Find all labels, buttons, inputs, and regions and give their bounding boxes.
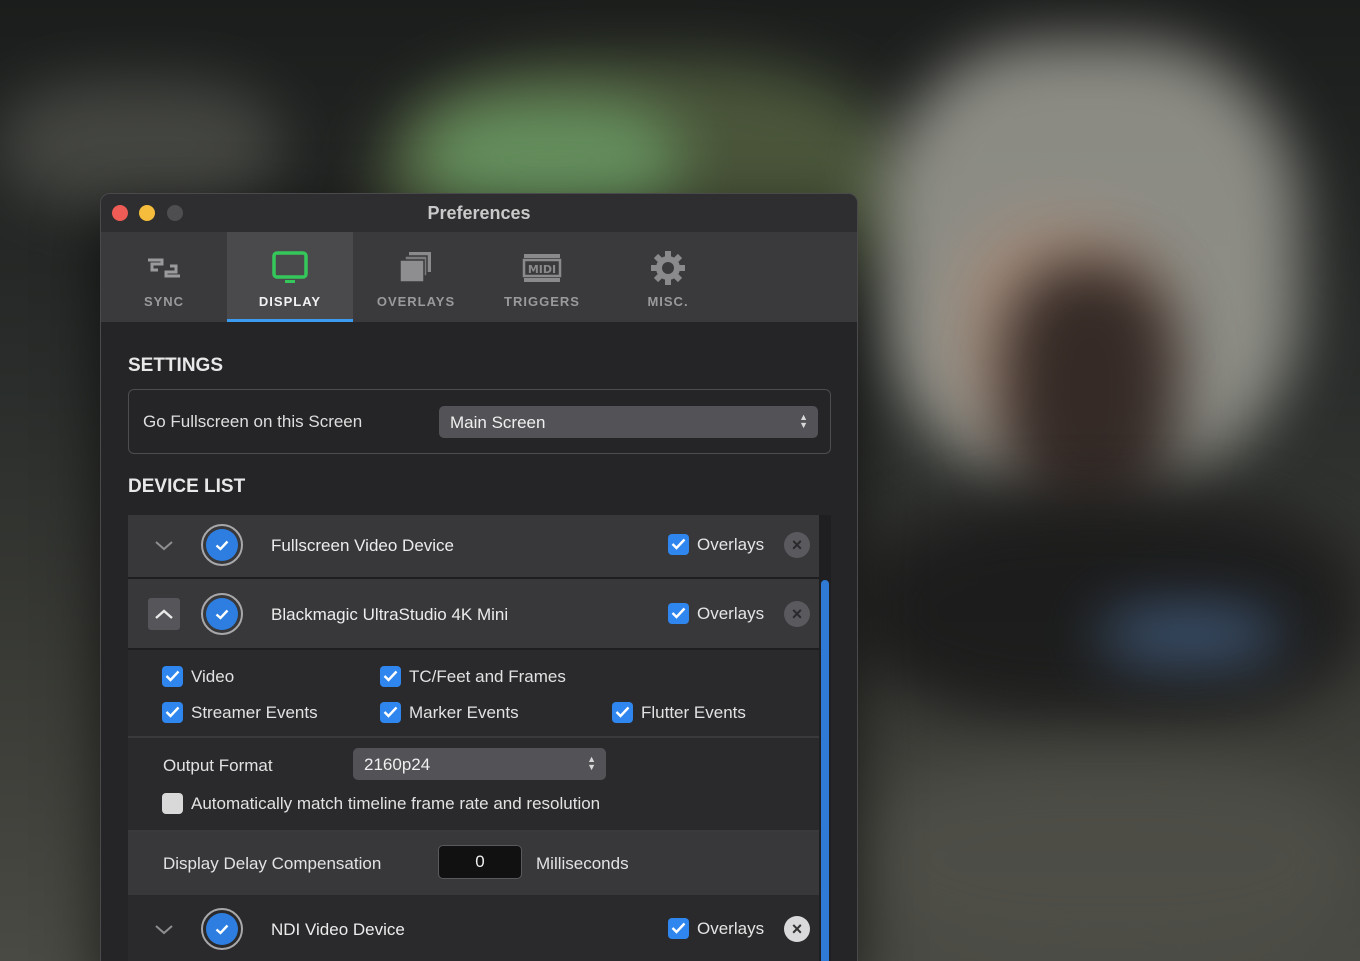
marker-events-checkbox[interactable]: Marker Events	[380, 702, 519, 724]
display-settings-panel: SETTINGS Go Fullscreen on this Screen Ma…	[101, 322, 857, 961]
fullscreen-screen-value: Main Screen	[450, 413, 546, 432]
checkbox-checked-icon	[380, 666, 401, 688]
device-list: Fullscreen Video Device Overlays × Black…	[128, 515, 831, 961]
overlays-label: Overlays	[697, 603, 765, 623]
overlays-label: Overlays	[697, 918, 765, 938]
remove-device-button[interactable]: ×	[784, 532, 810, 558]
checkbox-checked-icon	[612, 702, 633, 724]
select-arrows-icon: ▲ ▼	[799, 412, 808, 430]
gear-icon	[651, 251, 685, 285]
checkbox-checked-icon	[668, 918, 689, 940]
checkbox-checked-icon	[668, 534, 689, 556]
device-enabled-toggle[interactable]	[201, 908, 243, 950]
device-name: Blackmagic UltraStudio 4K Mini	[271, 605, 509, 624]
checkbox-checked-icon	[162, 702, 183, 724]
fullscreen-screen-select[interactable]: Main Screen ▲ ▼	[439, 406, 818, 438]
tab-overlays[interactable]: OVERLAYS	[353, 232, 479, 322]
tab-label-sync: SYNC	[143, 294, 185, 309]
device-row-ndi[interactable]: NDI Video Device Overlays ×	[128, 895, 820, 961]
layers-icon	[399, 252, 431, 283]
delay-unit-label: Milliseconds	[536, 854, 629, 873]
checkbox-checked-icon	[668, 603, 689, 625]
overlays-label: Overlays	[697, 534, 765, 554]
monitor-icon	[272, 251, 308, 283]
collapse-chevron-up-icon[interactable]	[148, 598, 180, 630]
tab-triggers[interactable]: MIDI TRIGGERS	[479, 232, 605, 322]
device-name: Fullscreen Video Device	[271, 536, 454, 555]
tc-feet-frames-checkbox[interactable]: TC/Feet and Frames	[380, 666, 566, 688]
remove-device-button[interactable]: ×	[784, 916, 810, 942]
device-enabled-toggle[interactable]	[201, 524, 243, 566]
device-list-heading: DEVICE LIST	[128, 476, 246, 497]
tc-feet-frames-label: TC/Feet and Frames	[409, 666, 566, 686]
settings-group: Go Fullscreen on this Screen Main Screen…	[128, 389, 831, 454]
output-format-value: 2160p24	[364, 755, 431, 774]
video-checkbox[interactable]: Video	[162, 666, 235, 688]
expand-chevron-down-icon[interactable]	[148, 530, 180, 562]
delay-row: Display Delay Compensation 0 Millisecond…	[128, 832, 820, 895]
divider	[128, 736, 820, 738]
marker-events-label: Marker Events	[409, 702, 519, 722]
streamer-events-label: Streamer Events	[191, 702, 318, 722]
preferences-window: Preferences SYNC DISPLAY OVERLAYS MIDI T…	[100, 193, 858, 961]
select-arrows-icon: ▲ ▼	[587, 754, 596, 772]
delay-label: Display Delay Compensation	[163, 854, 382, 873]
title-bar: Preferences	[101, 194, 857, 232]
midi-icon: MIDI	[522, 254, 562, 282]
device-row-fullscreen[interactable]: Fullscreen Video Device Overlays ×	[128, 515, 820, 577]
sync-icon	[148, 258, 180, 278]
tab-sync[interactable]: SYNC	[101, 232, 227, 322]
video-label: Video	[191, 666, 235, 686]
window-title: Preferences	[427, 203, 531, 223]
device-enabled-toggle[interactable]	[201, 593, 243, 635]
device-options-panel: Video TC/Feet and Frames Streamer Events…	[128, 650, 820, 895]
tab-display[interactable]: DISPLAY	[227, 232, 353, 322]
fullscreen-screen-label: Go Fullscreen on this Screen	[143, 412, 363, 431]
checkbox-unchecked-icon	[162, 793, 183, 815]
expand-chevron-down-icon[interactable]	[148, 914, 180, 946]
tab-label-overlays: OVERLAYS	[376, 294, 456, 309]
delay-input[interactable]: 0	[438, 845, 522, 879]
flutter-events-label: Flutter Events	[641, 702, 746, 722]
auto-match-checkbox[interactable]: Automatically match timeline frame rate …	[162, 793, 601, 815]
overlays-checkbox[interactable]: Overlays	[668, 534, 765, 556]
checkbox-checked-icon	[380, 702, 401, 724]
tab-label-display: DISPLAY	[258, 294, 322, 309]
overlays-checkbox[interactable]: Overlays	[668, 603, 765, 625]
tab-label-triggers: TRIGGERS	[504, 294, 580, 309]
overlays-checkbox[interactable]: Overlays	[668, 918, 765, 940]
settings-heading: SETTINGS	[128, 355, 224, 376]
device-row-blackmagic[interactable]: Blackmagic UltraStudio 4K Mini Overlays …	[128, 579, 820, 648]
svg-text:MIDI: MIDI	[528, 263, 556, 276]
streamer-events-checkbox[interactable]: Streamer Events	[162, 702, 318, 724]
checkbox-checked-icon	[162, 666, 183, 688]
device-list-scrollbar-thumb[interactable]	[821, 580, 829, 961]
tab-label-misc: MISC.	[647, 294, 689, 309]
auto-match-label: Automatically match timeline frame rate …	[191, 793, 601, 813]
output-format-label: Output Format	[163, 756, 273, 775]
remove-device-button[interactable]: ×	[784, 601, 810, 627]
tab-misc[interactable]: MISC.	[605, 232, 731, 322]
device-name: NDI Video Device	[271, 920, 405, 939]
output-format-select[interactable]: 2160p24 ▲ ▼	[353, 748, 606, 780]
flutter-events-checkbox[interactable]: Flutter Events	[612, 702, 746, 724]
preferences-toolbar: SYNC DISPLAY OVERLAYS MIDI TRIGGERS MISC…	[101, 232, 857, 322]
